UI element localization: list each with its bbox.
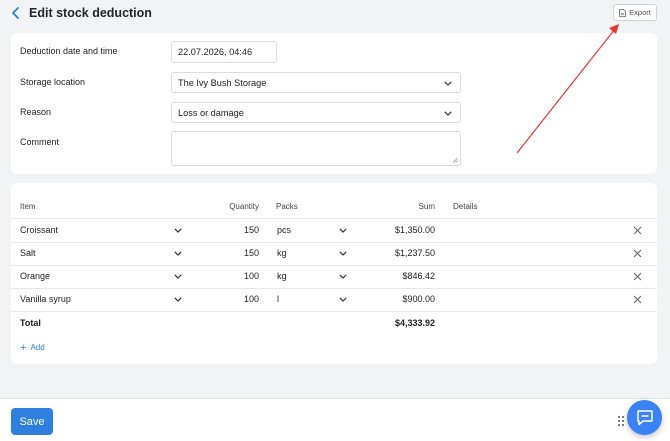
quantity-value[interactable]: 150 — [211, 248, 259, 258]
close-icon[interactable] — [633, 249, 642, 258]
page-header: Edit stock deduction Export — [0, 0, 670, 28]
close-icon[interactable] — [633, 272, 642, 281]
item-name: Vanilla syrup — [20, 294, 71, 304]
add-item-button[interactable]: + Add — [20, 341, 45, 354]
reason-select[interactable]: Loss or damage — [171, 102, 461, 123]
date-label: Deduction date and time — [20, 46, 118, 56]
item-name: Croissant — [20, 225, 59, 235]
table-row: Orange 100 kg $846.42 — [11, 265, 657, 288]
chevron-down-icon[interactable] — [174, 228, 182, 233]
close-icon[interactable] — [633, 295, 642, 304]
deduction-form-card: Deduction date and time 22.07.2026, 04:4… — [11, 33, 657, 174]
storage-value: The Ivy Bush Storage — [178, 77, 267, 88]
chevron-down-icon[interactable] — [174, 297, 182, 302]
sum-value: $1,350.00 — [394, 225, 435, 235]
chevron-down-icon[interactable] — [174, 251, 182, 256]
table-row: Vanilla syrup 100 l $900.00 — [11, 288, 657, 311]
chevron-down-icon[interactable] — [339, 274, 347, 279]
sum-value: $900.00 — [402, 294, 435, 304]
sum-value: $846.42 — [402, 271, 435, 281]
chevron-down-icon — [444, 110, 452, 116]
column-header-quantity: Quantity — [229, 202, 259, 211]
chevron-down-icon[interactable] — [339, 228, 347, 233]
resize-grip-icon[interactable] — [452, 157, 458, 163]
export-label: Export — [629, 8, 651, 17]
quantity-value[interactable]: 100 — [211, 271, 259, 281]
drag-grip-icon[interactable] — [617, 415, 625, 427]
save-button[interactable]: Save — [11, 408, 53, 435]
page-title: Edit stock deduction — [29, 6, 152, 20]
item-name: Orange — [20, 271, 51, 281]
comment-label: Comment — [20, 137, 60, 147]
total-label: Total — [20, 318, 41, 328]
chevron-left-icon[interactable] — [9, 6, 23, 20]
date-field[interactable]: 22.07.2026, 04:46 — [171, 41, 277, 63]
plus-icon: + — [20, 341, 27, 354]
total-value: $4,333.92 — [394, 318, 435, 328]
chevron-down-icon[interactable] — [339, 251, 347, 256]
comment-textarea[interactable] — [171, 131, 461, 166]
chevron-down-icon — [444, 80, 452, 86]
date-value: 22.07.2026, 04:46 — [178, 47, 253, 57]
reason-label: Reason — [20, 107, 52, 117]
chat-button[interactable] — [627, 400, 662, 435]
packs-value: pcs — [277, 225, 292, 235]
packs-value: kg — [277, 271, 287, 281]
column-header-sum: Sum — [418, 202, 435, 211]
quantity-value[interactable]: 150 — [211, 225, 259, 235]
add-label: Add — [30, 343, 45, 352]
export-button[interactable]: Export — [613, 4, 657, 21]
chevron-down-icon[interactable] — [174, 274, 182, 279]
page-footer: Save — [0, 398, 670, 441]
items-table-card: Item Quantity Packs Sum Details Croissan… — [11, 183, 657, 364]
column-header-item: Item — [20, 202, 36, 211]
item-name: Salt — [20, 248, 36, 258]
packs-value: kg — [277, 248, 287, 258]
table-row: Salt 150 kg $1,237.50 — [11, 242, 657, 265]
table-row: Croissant 150 pcs $1,350.00 — [11, 219, 657, 242]
reason-value: Loss or damage — [178, 107, 244, 118]
quantity-value[interactable]: 100 — [211, 294, 259, 304]
sum-value: $1,237.50 — [394, 248, 435, 258]
column-header-packs: Packs — [276, 202, 298, 211]
chat-icon — [636, 410, 653, 426]
storage-label: Storage location — [20, 77, 86, 87]
column-header-details: Details — [453, 202, 478, 211]
chevron-down-icon[interactable] — [339, 297, 347, 302]
storage-select[interactable]: The Ivy Bush Storage — [171, 72, 461, 93]
packs-value: l — [277, 294, 279, 304]
close-icon[interactable] — [633, 226, 642, 235]
document-icon — [619, 8, 627, 17]
total-row: Total $4,333.92 — [11, 312, 657, 335]
